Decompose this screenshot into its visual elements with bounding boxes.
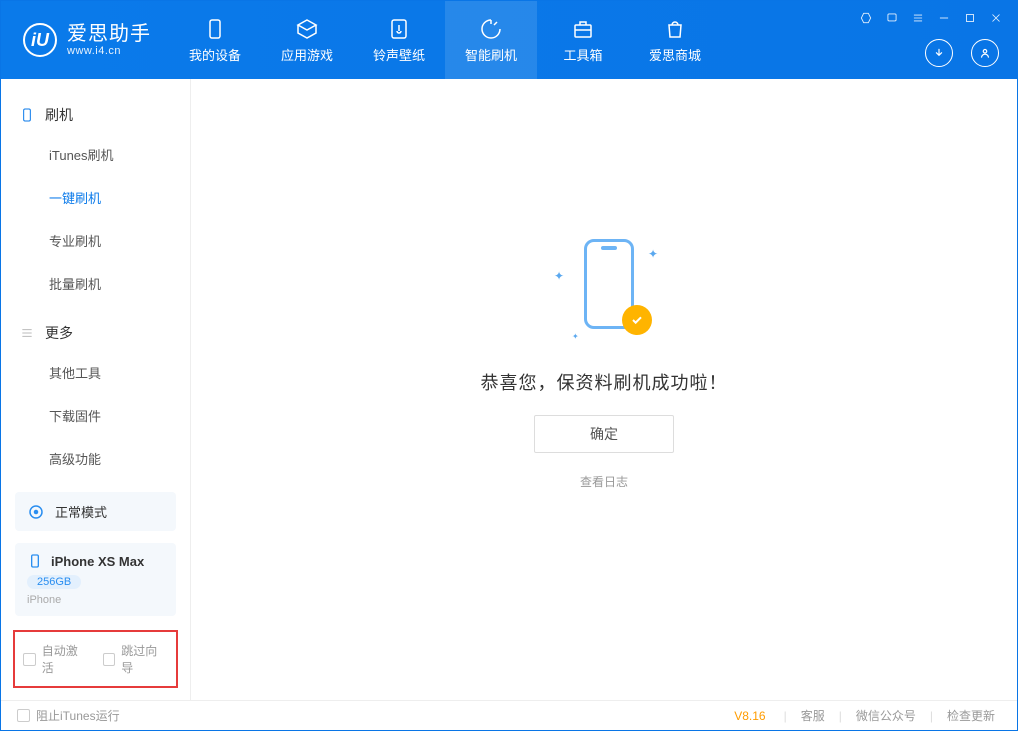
nav-label: 铃声壁纸 bbox=[373, 45, 425, 64]
checkmark-badge-icon bbox=[622, 305, 652, 335]
download-button[interactable] bbox=[925, 39, 953, 67]
nav-flash[interactable]: 智能刷机 bbox=[445, 1, 537, 79]
ok-button[interactable]: 确定 bbox=[534, 415, 674, 453]
list-icon bbox=[19, 325, 35, 341]
checkbox-icon bbox=[23, 653, 36, 666]
nav-label: 我的设备 bbox=[189, 45, 241, 64]
app-header: iU 爱思助手 www.i4.cn 我的设备 应用游戏 铃声壁纸 智能刷机 工具… bbox=[1, 1, 1017, 79]
window-controls bbox=[859, 11, 1003, 30]
apps-icon bbox=[295, 17, 319, 41]
sidebar-item-batch-flash[interactable]: 批量刷机 bbox=[1, 262, 190, 305]
phone-icon bbox=[19, 107, 35, 123]
header-actions bbox=[925, 39, 999, 67]
sidebar-item-itunes-flash[interactable]: iTunes刷机 bbox=[1, 133, 190, 176]
sparkle-icon: ✦ bbox=[648, 247, 658, 261]
footer-link-support[interactable]: 客服 bbox=[795, 707, 831, 724]
checkbox-icon bbox=[17, 709, 30, 722]
checkbox-icon bbox=[103, 653, 116, 666]
nav-label: 智能刷机 bbox=[465, 45, 517, 64]
main-content: ✦ ✦ ✦ 恭喜您，保资料刷机成功啦！ 确定 查看日志 bbox=[191, 79, 1017, 700]
user-button[interactable] bbox=[971, 39, 999, 67]
sidebar-section-flash: 刷机 bbox=[1, 97, 190, 133]
device-storage-badge: 256GB bbox=[27, 575, 81, 589]
sidebar-section-more: 更多 bbox=[1, 315, 190, 351]
sidebar-item-other-tools[interactable]: 其他工具 bbox=[1, 351, 190, 394]
flash-options-highlighted: 自动激活 跳过向导 bbox=[13, 630, 178, 688]
device-name-label: iPhone XS Max bbox=[51, 554, 144, 569]
sparkle-icon: ✦ bbox=[572, 332, 579, 341]
status-bar: 阻止iTunes运行 V8.16 | 客服 | 微信公众号 | 检查更新 bbox=[1, 700, 1017, 730]
footer-link-wechat[interactable]: 微信公众号 bbox=[850, 707, 922, 724]
device-info-card[interactable]: iPhone XS Max 256GB iPhone bbox=[15, 543, 176, 616]
app-body: 刷机 iTunes刷机 一键刷机 专业刷机 批量刷机 更多 其他工具 下载固件 … bbox=[1, 79, 1017, 700]
nav-my-device[interactable]: 我的设备 bbox=[169, 1, 261, 79]
nav-label: 爱思商城 bbox=[649, 45, 701, 64]
refresh-icon bbox=[27, 503, 45, 521]
checkbox-auto-activate[interactable]: 自动激活 bbox=[23, 642, 89, 676]
phone-icon bbox=[27, 553, 43, 569]
close-button[interactable] bbox=[989, 11, 1003, 30]
menu-icon[interactable] bbox=[911, 11, 925, 30]
nav-toolbox[interactable]: 工具箱 bbox=[537, 1, 629, 79]
logo-icon: iU bbox=[23, 23, 57, 57]
sidebar-item-download-firmware[interactable]: 下载固件 bbox=[1, 394, 190, 437]
checkbox-label: 跳过向导 bbox=[121, 642, 168, 676]
app-name: 爱思助手 bbox=[67, 23, 151, 45]
app-logo: iU 爱思助手 www.i4.cn bbox=[1, 23, 169, 57]
version-label: V8.16 bbox=[734, 709, 765, 723]
section-title: 更多 bbox=[45, 323, 73, 343]
nav-label: 应用游戏 bbox=[281, 45, 333, 64]
sidebar-item-onekey-flash[interactable]: 一键刷机 bbox=[1, 176, 190, 219]
app-url: www.i4.cn bbox=[67, 45, 151, 57]
sidebar: 刷机 iTunes刷机 一键刷机 专业刷机 批量刷机 更多 其他工具 下载固件 … bbox=[1, 79, 191, 700]
sidebar-item-pro-flash[interactable]: 专业刷机 bbox=[1, 219, 190, 262]
device-icon bbox=[203, 17, 227, 41]
theme-icon[interactable] bbox=[859, 11, 873, 30]
success-illustration: ✦ ✦ ✦ bbox=[544, 229, 664, 349]
sparkle-icon: ✦ bbox=[554, 269, 564, 283]
checkbox-label: 阻止iTunes运行 bbox=[36, 707, 120, 724]
footer-link-update[interactable]: 检查更新 bbox=[941, 707, 1001, 724]
mode-label: 正常模式 bbox=[55, 502, 107, 521]
music-icon bbox=[387, 17, 411, 41]
checkbox-skip-guide[interactable]: 跳过向导 bbox=[103, 642, 169, 676]
nav-store[interactable]: 爱思商城 bbox=[629, 1, 721, 79]
toolbox-icon bbox=[571, 17, 595, 41]
sidebar-item-advanced[interactable]: 高级功能 bbox=[1, 437, 190, 480]
main-nav: 我的设备 应用游戏 铃声壁纸 智能刷机 工具箱 爱思商城 bbox=[169, 1, 721, 79]
success-message: 恭喜您，保资料刷机成功啦！ bbox=[481, 369, 728, 395]
nav-label: 工具箱 bbox=[563, 45, 602, 64]
feedback-icon[interactable] bbox=[885, 11, 899, 30]
section-title: 刷机 bbox=[45, 105, 73, 125]
nav-ringtones[interactable]: 铃声壁纸 bbox=[353, 1, 445, 79]
flash-icon bbox=[479, 17, 503, 41]
view-log-link[interactable]: 查看日志 bbox=[580, 473, 628, 490]
device-mode-card[interactable]: 正常模式 bbox=[15, 492, 176, 531]
nav-apps[interactable]: 应用游戏 bbox=[261, 1, 353, 79]
minimize-button[interactable] bbox=[937, 11, 951, 30]
maximize-button[interactable] bbox=[963, 11, 977, 30]
store-icon bbox=[663, 17, 687, 41]
checkbox-block-itunes[interactable]: 阻止iTunes运行 bbox=[17, 707, 120, 724]
checkbox-label: 自动激活 bbox=[42, 642, 89, 676]
device-type-label: iPhone bbox=[27, 594, 164, 606]
